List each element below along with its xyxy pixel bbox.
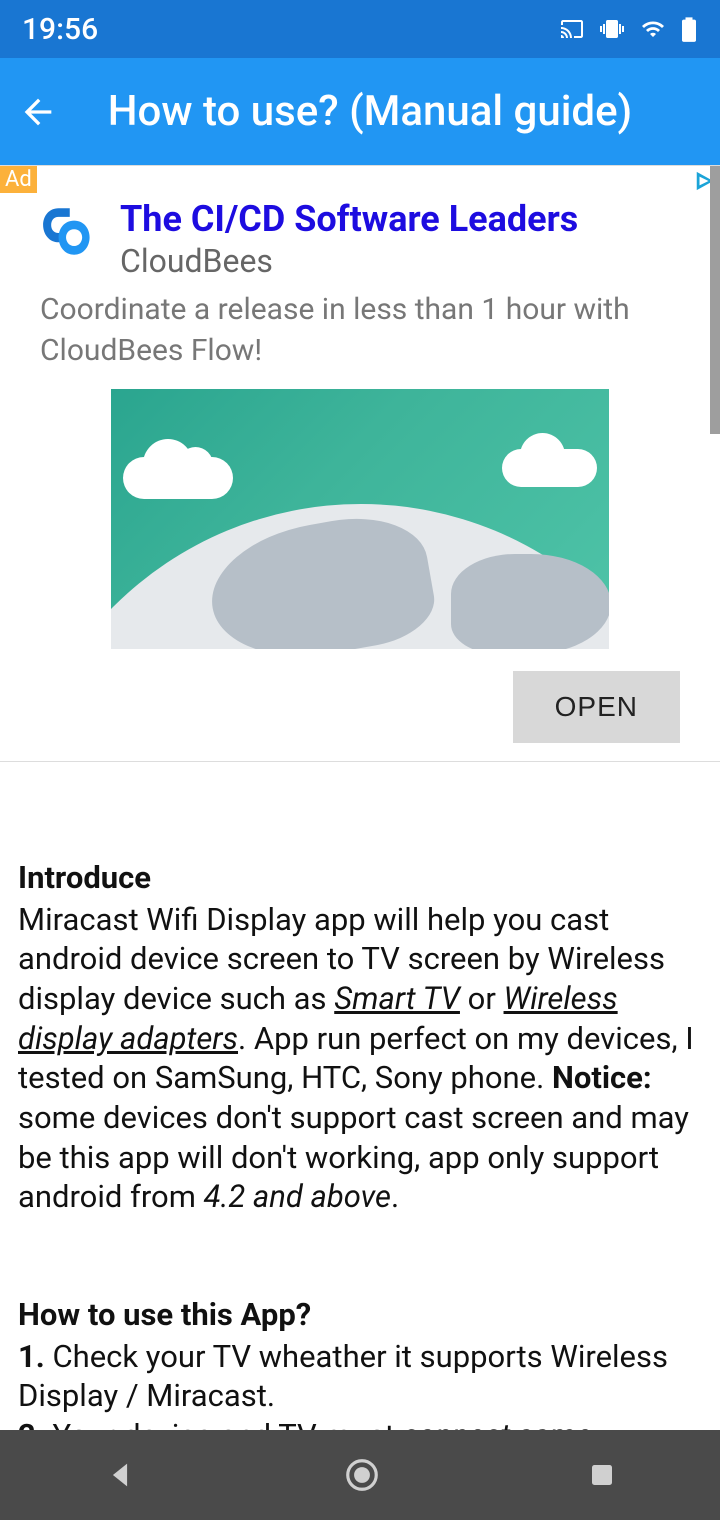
nav-back-icon[interactable]: [103, 1458, 137, 1492]
step-1: 1. Check your TV wheather it supports Wi…: [18, 1337, 702, 1416]
ad-banner[interactable]: Ad The CI/CD Software Leaders CloudBees …: [0, 165, 720, 762]
battery-icon: [680, 15, 698, 43]
page-title: How to use? (Manual guide): [88, 87, 702, 136]
ad-logo-icon: [40, 202, 102, 264]
introduce-heading: Introduce: [18, 858, 702, 898]
ad-badge: Ad: [0, 166, 37, 193]
wifi-icon: [638, 17, 668, 41]
ad-creative-image: [111, 389, 609, 649]
nav-home-icon[interactable]: [343, 1456, 381, 1494]
ad-description: Coordinate a release in less than 1 hour…: [0, 280, 720, 371]
introduce-paragraph: Miracast Wifi Display app will help you …: [18, 900, 702, 1217]
cast-icon: [558, 17, 586, 41]
ad-advertiser: CloudBees: [120, 242, 578, 280]
nav-recent-icon[interactable]: [587, 1460, 617, 1490]
navigation-bar: [0, 1430, 720, 1520]
link-smart-tv[interactable]: Smart TV: [334, 980, 460, 1017]
main-content: Introduce Miracast Wifi Display app will…: [0, 762, 720, 1495]
vibrate-icon: [598, 17, 626, 41]
howto-heading: How to use this App?: [18, 1295, 702, 1335]
ad-headline: The CI/CD Software Leaders: [120, 198, 578, 240]
scrollbar[interactable]: [710, 166, 720, 434]
back-arrow-icon[interactable]: [18, 92, 58, 132]
ad-open-button[interactable]: OPEN: [513, 671, 680, 743]
status-bar: 19:56: [0, 0, 720, 58]
status-time: 19:56: [22, 12, 98, 47]
status-icons: [558, 15, 698, 43]
app-bar: How to use? (Manual guide): [0, 58, 720, 165]
